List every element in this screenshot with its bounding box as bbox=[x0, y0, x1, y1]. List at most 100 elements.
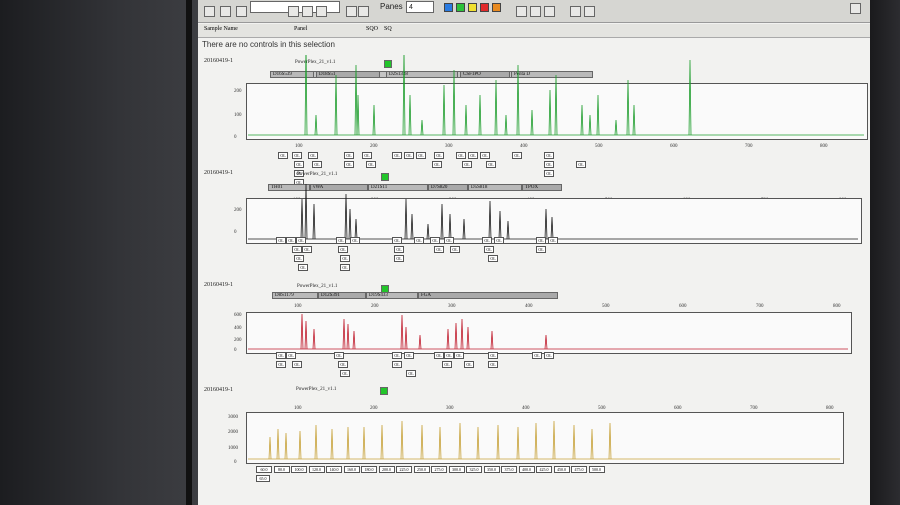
allele-call-box[interactable]: OL bbox=[296, 237, 306, 244]
size-call-box[interactable]: 65.0 bbox=[256, 475, 270, 482]
allele-call-box[interactable]: OL bbox=[464, 361, 474, 368]
sqo-header[interactable]: SQO bbox=[366, 26, 378, 32]
allele-call-box[interactable]: OL bbox=[286, 237, 296, 244]
allele-call-box[interactable]: OL bbox=[462, 161, 472, 168]
size-call-box[interactable]: 450.0 bbox=[553, 466, 570, 473]
size-call-box[interactable]: 80.0 bbox=[273, 466, 290, 473]
toolbar-button[interactable] bbox=[204, 6, 215, 17]
allele-call-box[interactable]: OL bbox=[432, 161, 442, 168]
allele-call-box[interactable]: OL bbox=[494, 237, 504, 244]
allele-call-box[interactable]: OL bbox=[334, 352, 344, 359]
blue-dye-toggle[interactable] bbox=[444, 3, 453, 12]
allele-call-box[interactable]: OL bbox=[548, 237, 558, 244]
toolbar-button[interactable] bbox=[288, 6, 299, 17]
allele-call-box[interactable]: OL bbox=[302, 246, 312, 253]
allele-call-box[interactable]: OL bbox=[340, 264, 350, 271]
size-call-box[interactable]: 200.0 bbox=[378, 466, 395, 473]
allele-call-box[interactable]: OL bbox=[336, 237, 346, 244]
allele-call-box[interactable]: OL bbox=[286, 352, 296, 359]
size-call-box[interactable]: 425.0 bbox=[536, 466, 552, 473]
allele-call-box[interactable]: OL bbox=[416, 152, 426, 159]
allele-call-box[interactable]: OL bbox=[404, 352, 414, 359]
allele-call-box[interactable]: OL bbox=[454, 352, 464, 359]
size-call-box[interactable]: 350.0 bbox=[483, 466, 500, 473]
allele-call-box[interactable]: OL bbox=[480, 152, 490, 159]
allele-call-box[interactable]: OL bbox=[406, 370, 416, 377]
panes-select[interactable]: 4 bbox=[406, 1, 434, 13]
allele-call-box[interactable]: OL bbox=[434, 246, 444, 253]
allele-call-box[interactable]: OL bbox=[362, 152, 372, 159]
allele-call-box[interactable]: OL bbox=[442, 361, 452, 368]
sq-header[interactable]: SQ bbox=[384, 26, 392, 32]
allele-call-box[interactable]: OL bbox=[298, 264, 308, 271]
size-call-box[interactable]: 100.0 bbox=[291, 466, 307, 473]
allele-call-box[interactable]: OL bbox=[536, 237, 546, 244]
allele-call-box[interactable]: OL bbox=[404, 152, 414, 159]
allele-call-box[interactable]: OL bbox=[276, 361, 286, 368]
allele-call-box[interactable]: OL bbox=[414, 237, 424, 244]
allele-call-box[interactable]: OL bbox=[576, 161, 586, 168]
toolbar-button[interactable] bbox=[544, 6, 555, 17]
size-call-box[interactable]: 180.0 bbox=[361, 466, 377, 473]
size-call-box[interactable]: 325.0 bbox=[466, 466, 482, 473]
toolbar-button[interactable] bbox=[220, 6, 231, 17]
allele-call-box[interactable]: OL bbox=[488, 255, 498, 262]
allele-call-box[interactable]: OL bbox=[308, 152, 318, 159]
allele-call-box[interactable]: OL bbox=[488, 352, 498, 359]
yellow-dye-toggle[interactable] bbox=[468, 3, 477, 12]
allele-call-box[interactable]: OL bbox=[292, 152, 302, 159]
allele-call-box[interactable]: OL bbox=[456, 152, 466, 159]
allele-call-box[interactable]: OL bbox=[292, 246, 302, 253]
allele-call-box[interactable]: OL bbox=[536, 246, 546, 253]
allele-call-box[interactable]: OL bbox=[532, 352, 542, 359]
size-call-box[interactable]: 500.0 bbox=[588, 466, 605, 473]
toolbar-button[interactable] bbox=[358, 6, 369, 17]
help-icon[interactable] bbox=[850, 3, 861, 14]
sample-name-header[interactable]: Sample Name bbox=[204, 26, 238, 32]
allele-call-box[interactable]: OL bbox=[278, 152, 288, 159]
size-call-box[interactable]: 120.0 bbox=[308, 466, 325, 473]
allele-call-box[interactable]: OL bbox=[344, 161, 354, 168]
size-call-box[interactable]: 400.0 bbox=[518, 466, 535, 473]
allele-call-box[interactable]: OL bbox=[294, 255, 304, 262]
allele-call-box[interactable]: OL bbox=[544, 352, 554, 359]
allele-call-box[interactable]: OL bbox=[488, 361, 498, 368]
allele-call-box[interactable]: OL bbox=[392, 237, 402, 244]
allele-call-box[interactable]: OL bbox=[468, 152, 478, 159]
allele-call-box[interactable]: OL bbox=[444, 352, 454, 359]
size-call-box[interactable]: 60.0 bbox=[256, 466, 272, 473]
size-call-box[interactable]: 250.0 bbox=[413, 466, 430, 473]
allele-call-box[interactable]: OL bbox=[350, 237, 360, 244]
size-call-box[interactable]: 300.0 bbox=[448, 466, 465, 473]
size-call-box[interactable]: 375.0 bbox=[501, 466, 517, 473]
allele-call-box[interactable]: OL bbox=[544, 152, 554, 159]
red-dye-toggle[interactable] bbox=[480, 3, 489, 12]
allele-call-box[interactable]: OL bbox=[276, 352, 286, 359]
toolbar-button[interactable] bbox=[302, 6, 313, 17]
toolbar-button[interactable] bbox=[530, 6, 541, 17]
allele-call-box[interactable]: OL bbox=[338, 361, 348, 368]
allele-call-box[interactable]: OL bbox=[340, 370, 350, 377]
allele-call-box[interactable]: OL bbox=[276, 237, 286, 244]
allele-call-box[interactable]: OL bbox=[482, 237, 492, 244]
orange-dye-toggle[interactable] bbox=[492, 3, 501, 12]
toolbar-button[interactable] bbox=[570, 6, 581, 17]
allele-call-box[interactable]: OL bbox=[392, 152, 402, 159]
size-call-box[interactable]: 140.0 bbox=[326, 466, 342, 473]
allele-call-box[interactable]: OL bbox=[434, 352, 444, 359]
allele-call-box[interactable]: OL bbox=[394, 255, 404, 262]
allele-call-box[interactable]: OL bbox=[392, 361, 402, 368]
allele-call-box[interactable]: OL bbox=[450, 246, 460, 253]
allele-call-box[interactable]: OL bbox=[430, 237, 440, 244]
toolbar-button[interactable] bbox=[584, 6, 595, 17]
allele-call-box[interactable]: OL bbox=[444, 237, 454, 244]
allele-call-box[interactable]: OL bbox=[344, 152, 354, 159]
allele-call-box[interactable]: OL bbox=[292, 361, 302, 368]
size-call-box[interactable]: 275.0 bbox=[431, 466, 447, 473]
panel-header[interactable]: Panel bbox=[294, 26, 307, 32]
toolbar-button[interactable] bbox=[516, 6, 527, 17]
toolbar-button[interactable] bbox=[236, 6, 247, 17]
size-call-box[interactable]: 475.0 bbox=[571, 466, 587, 473]
allele-call-box[interactable]: OL bbox=[338, 246, 348, 253]
allele-call-box[interactable]: OL bbox=[544, 161, 554, 168]
